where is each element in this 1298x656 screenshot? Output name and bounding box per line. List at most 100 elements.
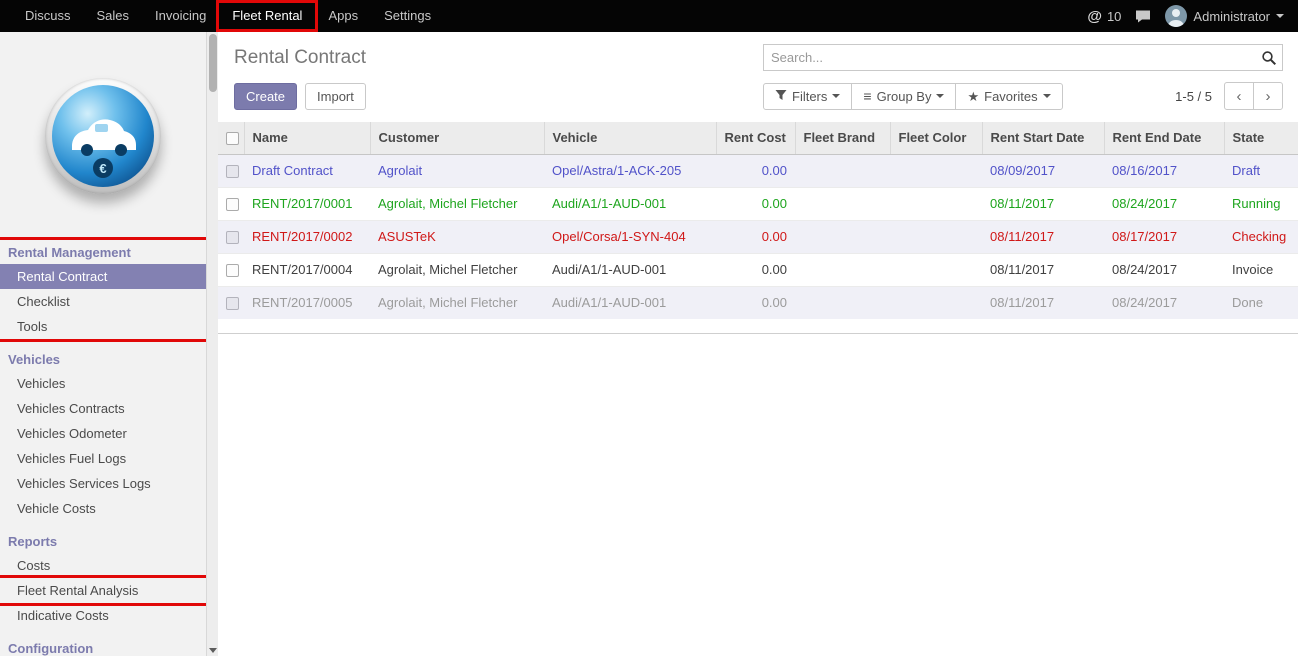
table-row[interactable]: RENT/2017/0005 Agrolait, Michel Fletcher… xyxy=(218,286,1298,319)
main-menu: Discuss Sales Invoicing Fleet Rental App… xyxy=(0,0,444,32)
col-header-customer[interactable]: Customer xyxy=(370,122,544,154)
fleet-rental-logo: € xyxy=(45,78,161,194)
cell-rent-start-date: 08/11/2017 xyxy=(982,253,1104,286)
pager-range: 1-5 / 5 xyxy=(1175,89,1212,104)
cell-rent-end-date: 08/24/2017 xyxy=(1104,187,1224,220)
group-by-button[interactable]: ≡ Group By xyxy=(851,83,956,110)
col-header-name[interactable]: Name xyxy=(244,122,370,154)
section-title-rental-management: Rental Management xyxy=(0,240,206,264)
sidebar-item-fleet-rental-analysis[interactable]: Fleet Rental Analysis xyxy=(0,578,206,603)
search-input[interactable] xyxy=(764,45,1282,70)
col-header-vehicle[interactable]: Vehicle xyxy=(544,122,716,154)
pager-previous-button[interactable]: ‹ xyxy=(1224,82,1254,110)
nav-item-discuss[interactable]: Discuss xyxy=(12,3,84,29)
sidebar-item-costs[interactable]: Costs xyxy=(0,553,206,578)
sidebar-item-vehicle-costs[interactable]: Vehicle Costs xyxy=(0,496,206,521)
cell-state: Done xyxy=(1224,286,1298,319)
import-button[interactable]: Import xyxy=(305,83,366,110)
cell-rent-start-date: 08/11/2017 xyxy=(982,220,1104,253)
col-header-state[interactable]: State xyxy=(1224,122,1298,154)
group-by-caret-icon xyxy=(936,94,944,98)
filters-label: Filters xyxy=(792,89,827,104)
page-title: Rental Contract xyxy=(234,47,763,69)
cell-customer: Agrolait, Michel Fletcher xyxy=(370,253,544,286)
checkbox-cell xyxy=(218,220,244,253)
group-by-icon: ≡ xyxy=(863,89,871,103)
messages-icon[interactable] xyxy=(1135,10,1151,23)
scrollbar-thumb[interactable] xyxy=(209,34,217,92)
app-logo-area: € xyxy=(0,32,206,240)
row-checkbox[interactable] xyxy=(226,165,239,178)
sidebar-item-vehicles-services-logs[interactable]: Vehicles Services Logs xyxy=(0,471,206,496)
nav-item-settings[interactable]: Settings xyxy=(371,3,444,29)
cell-customer: Agrolait, Michel Fletcher xyxy=(370,187,544,220)
col-header-rent-cost[interactable]: Rent Cost xyxy=(716,122,795,154)
control-panel: Rental Contract Create Import xyxy=(218,32,1298,122)
cell-name: RENT/2017/0001 xyxy=(244,187,370,220)
cell-rent-cost: 0.00 xyxy=(716,187,795,220)
scrollbar-down-arrow-icon[interactable] xyxy=(209,648,217,653)
col-header-rent-end-date[interactable]: Rent End Date xyxy=(1104,122,1224,154)
table-header-row: Name Customer Vehicle Rent Cost Fleet Br… xyxy=(218,122,1298,154)
checkbox-cell xyxy=(218,154,244,187)
cell-fleet-brand xyxy=(795,286,890,319)
user-avatar[interactable] xyxy=(1165,5,1187,27)
cell-customer: ASUSTeK xyxy=(370,220,544,253)
table-row[interactable]: Draft Contract Agrolait Opel/Astra/1-ACK… xyxy=(218,154,1298,187)
row-checkbox[interactable] xyxy=(226,264,239,277)
star-icon: ★ xyxy=(967,90,979,103)
row-checkbox[interactable] xyxy=(226,198,239,211)
euro-icon: € xyxy=(93,158,113,178)
row-checkbox[interactable] xyxy=(226,297,239,310)
activities-icon[interactable]: @ xyxy=(1087,8,1102,25)
row-checkbox[interactable] xyxy=(226,231,239,244)
navbar-right: @ 10 Administrator xyxy=(1087,5,1298,27)
table-footer-divider xyxy=(218,319,1298,334)
col-header-fleet-brand[interactable]: Fleet Brand xyxy=(795,122,890,154)
sidebar-item-vehicles-fuel-logs[interactable]: Vehicles Fuel Logs xyxy=(0,446,206,471)
nav-item-invoicing[interactable]: Invoicing xyxy=(142,3,219,29)
user-menu-caret-icon[interactable] xyxy=(1276,14,1284,18)
cell-rent-start-date: 08/11/2017 xyxy=(982,187,1104,220)
filters-button[interactable]: Filters xyxy=(763,83,852,110)
sidebar-item-indicative-costs[interactable]: Indicative Costs xyxy=(0,603,206,628)
favorites-button[interactable]: ★ Favorites xyxy=(955,83,1062,110)
nav-item-sales[interactable]: Sales xyxy=(84,3,143,29)
cell-fleet-color xyxy=(890,253,982,286)
sidebar-item-vehicles-odometer[interactable]: Vehicles Odometer xyxy=(0,421,206,446)
sidebar-scrollbar[interactable] xyxy=(206,32,218,656)
cell-state: Checking xyxy=(1224,220,1298,253)
cell-rent-cost: 0.00 xyxy=(716,286,795,319)
cell-fleet-color xyxy=(890,286,982,319)
cell-vehicle: Opel/Corsa/1-SYN-404 xyxy=(544,220,716,253)
nav-item-fleet-rental[interactable]: Fleet Rental xyxy=(219,3,315,29)
table-row[interactable]: RENT/2017/0004 Agrolait, Michel Fletcher… xyxy=(218,253,1298,286)
sidebar-section-vehicles: Vehicles Vehicles Vehicles Contracts Veh… xyxy=(0,347,206,521)
cell-fleet-color xyxy=(890,187,982,220)
cell-vehicle: Opel/Astra/1-ACK-205 xyxy=(544,154,716,187)
cell-name: RENT/2017/0005 xyxy=(244,286,370,319)
table-row[interactable]: RENT/2017/0001 Agrolait, Michel Fletcher… xyxy=(218,187,1298,220)
pager-next-button[interactable]: › xyxy=(1253,82,1283,110)
sidebar-item-tools[interactable]: Tools xyxy=(0,314,206,339)
table-row[interactable]: RENT/2017/0002 ASUSTeK Opel/Corsa/1-SYN-… xyxy=(218,220,1298,253)
user-name[interactable]: Administrator xyxy=(1193,9,1270,24)
sidebar-item-vehicles[interactable]: Vehicles xyxy=(0,371,206,396)
search-options-group: Filters ≡ Group By ★ Favorites xyxy=(763,83,1063,110)
search-icon[interactable] xyxy=(1261,50,1277,66)
sidebar-item-checklist[interactable]: Checklist xyxy=(0,289,206,314)
activities-count[interactable]: 10 xyxy=(1107,9,1121,24)
col-header-rent-start-date[interactable]: Rent Start Date xyxy=(982,122,1104,154)
sidebar-item-vehicles-contracts[interactable]: Vehicles Contracts xyxy=(0,396,206,421)
sidebar-section-reports: Reports Costs Fleet Rental Analysis Indi… xyxy=(0,529,206,628)
cell-rent-cost: 0.00 xyxy=(716,154,795,187)
rental-contract-table: Name Customer Vehicle Rent Cost Fleet Br… xyxy=(218,122,1298,319)
cell-rent-cost: 0.00 xyxy=(716,220,795,253)
nav-item-apps[interactable]: Apps xyxy=(315,3,371,29)
sidebar-item-rental-contract[interactable]: Rental Contract xyxy=(0,264,206,289)
cell-customer: Agrolait xyxy=(370,154,544,187)
create-button[interactable]: Create xyxy=(234,83,297,110)
col-header-fleet-color[interactable]: Fleet Color xyxy=(890,122,982,154)
sidebar-section-rental-management: Rental Management Rental Contract Checkl… xyxy=(0,240,206,339)
select-all-checkbox[interactable] xyxy=(226,132,239,145)
